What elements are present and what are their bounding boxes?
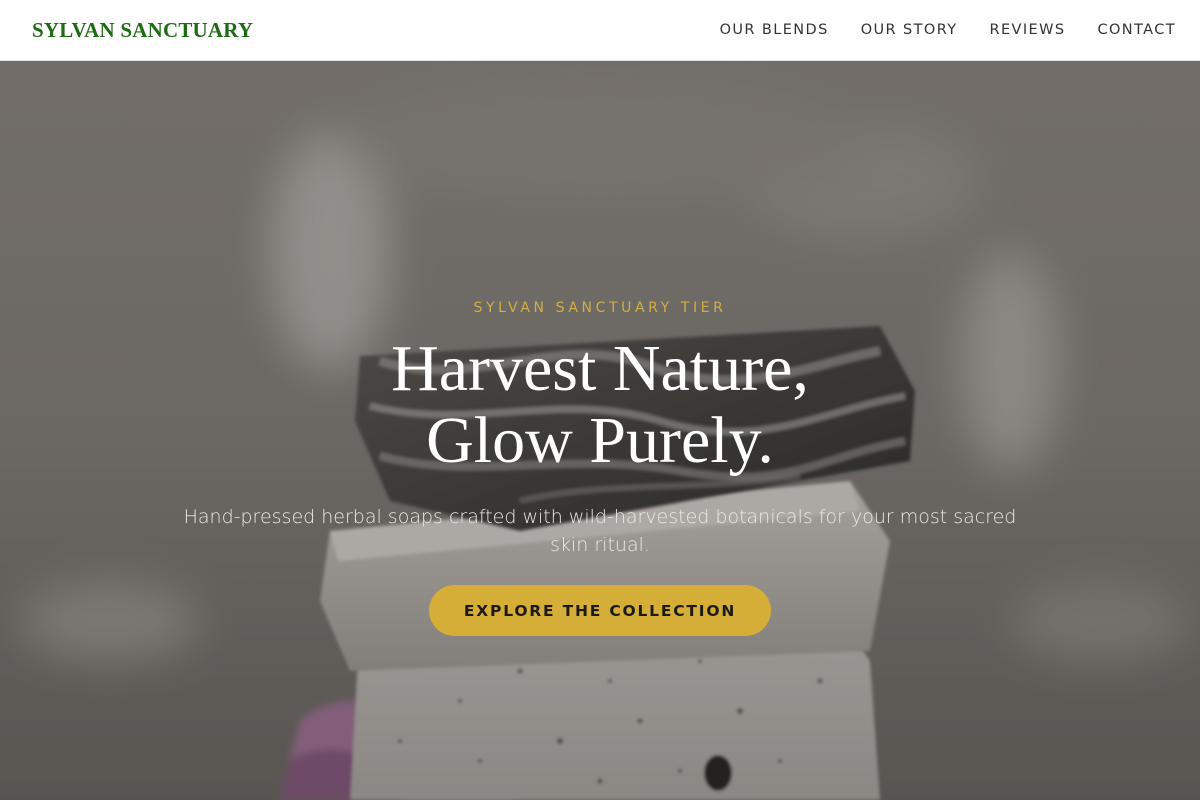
nav-link-our-story[interactable]: OUR STORY bbox=[861, 22, 958, 38]
brand-logo-link[interactable]: SYLVAN SANCTUARY bbox=[32, 18, 253, 43]
hero-title-line-1: Harvest Nature, bbox=[391, 332, 809, 405]
hero-subtitle: Hand-pressed herbal soaps crafted with w… bbox=[183, 506, 1017, 556]
site-header: SYLVAN SANCTUARY OUR BLENDS OUR STORY RE… bbox=[0, 0, 1200, 61]
nav-link-reviews[interactable]: REVIEWS bbox=[990, 22, 1066, 38]
nav-link-our-blends[interactable]: OUR BLENDS bbox=[720, 22, 829, 38]
hero-title-line-2: Glow Purely. bbox=[426, 404, 774, 477]
hero-content: SYLVAN SANCTUARY TIER Harvest Nature, Gl… bbox=[0, 61, 1200, 800]
explore-collection-button[interactable]: EXPLORE THE COLLECTION bbox=[429, 585, 771, 636]
tier-label: SYLVAN SANCTUARY TIER bbox=[473, 300, 727, 316]
hero-section: SYLVAN SANCTUARY TIER Harvest Nature, Gl… bbox=[0, 61, 1200, 800]
main-nav: OUR BLENDS OUR STORY REVIEWS CONTACT bbox=[720, 22, 1176, 38]
hero-title: Harvest Nature, Glow Purely. bbox=[0, 333, 1200, 477]
nav-link-contact[interactable]: CONTACT bbox=[1097, 22, 1176, 38]
